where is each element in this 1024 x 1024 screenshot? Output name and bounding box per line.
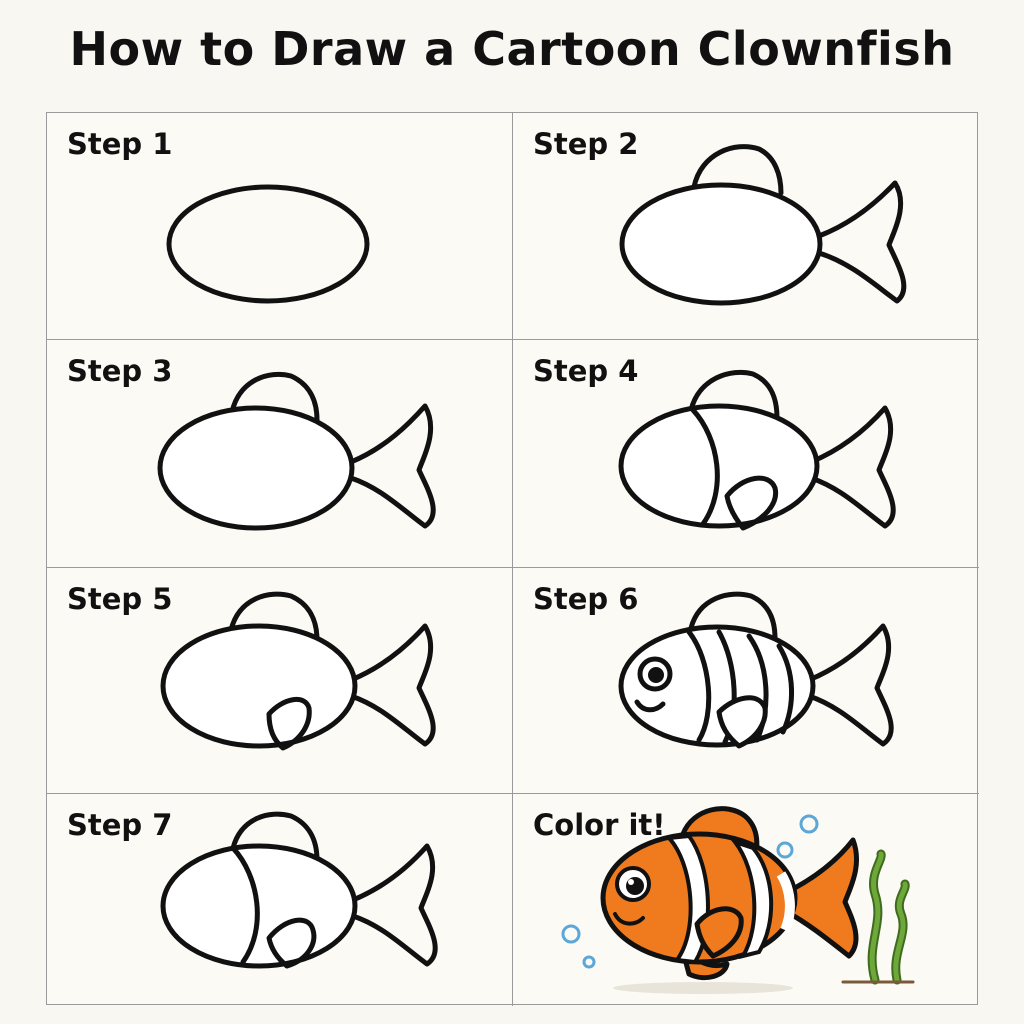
step-5-drawing <box>160 591 436 751</box>
step-3-drawing <box>157 371 436 531</box>
color-it-panel: Color it! <box>513 794 979 1006</box>
steps-grid: Step 1 Step 2 Step 3 Step 4 Step 5 Step … <box>46 112 979 1006</box>
step-6-panel: Step 6 <box>513 568 979 794</box>
step-7-drawing <box>160 811 438 969</box>
step-2-panel: Step 2 <box>513 113 979 340</box>
bubble-icon <box>776 841 794 859</box>
bubble-icon <box>799 814 819 834</box>
bubble-icon <box>582 955 596 969</box>
step-1-panel: Step 1 <box>47 113 513 340</box>
step-3-panel: Step 3 <box>47 340 513 568</box>
step-6-drawing <box>618 591 894 749</box>
step-7-panel: Step 7 <box>47 794 513 1006</box>
page-title: How to Draw a Cartoon Clownfish <box>69 22 955 76</box>
colored-clownfish-drawing <box>561 806 915 994</box>
step-5-panel: Step 5 <box>47 568 513 794</box>
step-1-drawing <box>166 184 370 304</box>
step-2-drawing <box>619 144 907 306</box>
step-4-panel: Step 4 <box>513 340 979 568</box>
bubble-icon <box>561 924 581 944</box>
step-4-drawing <box>618 369 896 531</box>
